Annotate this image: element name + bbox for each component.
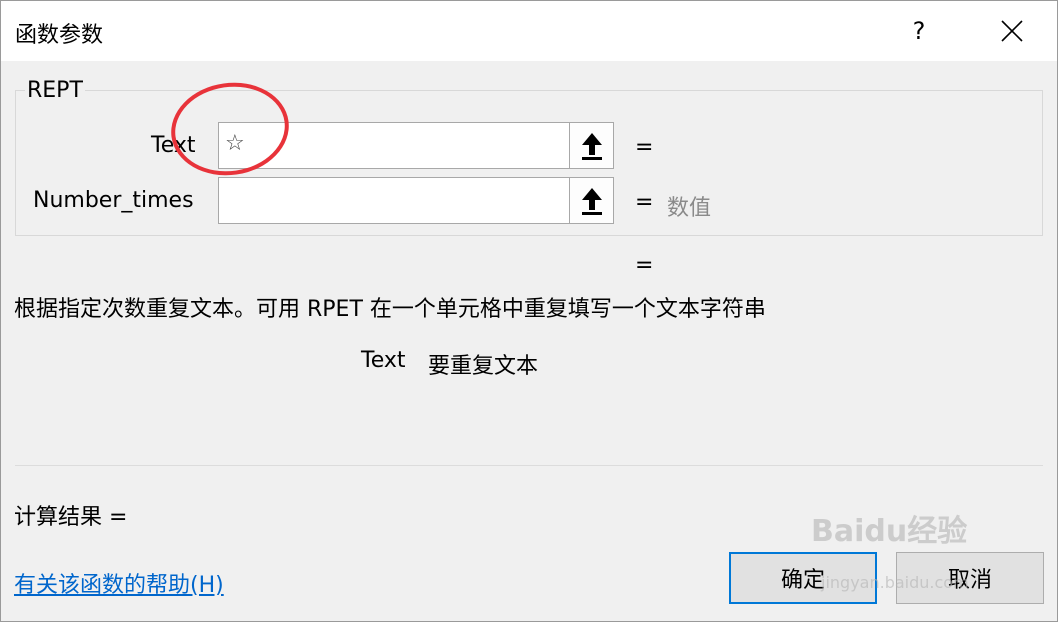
divider (15, 465, 1043, 466)
function-result-equals: = (635, 253, 654, 278)
number-times-input[interactable] (218, 177, 614, 224)
watermark-url: jingyan.baidu.com (821, 573, 969, 592)
arrow-up-icon (581, 187, 602, 215)
watermark-logo: Baidu经验 (811, 514, 968, 549)
param-description: 要重复文本 (428, 354, 539, 379)
text-equals: = (635, 135, 654, 160)
param-name: Text (361, 348, 406, 373)
title-bar: 函数参数 ? (1, 1, 1057, 61)
window-title: 函数参数 (15, 23, 104, 48)
function-description: 根据指定次数重复文本。可用 RPET 在一个单元格中重复填写一个文本字符串 (14, 297, 766, 322)
number-times-equals: = (635, 190, 654, 215)
help-button[interactable]: ? (871, 1, 967, 61)
close-button[interactable] (967, 1, 1057, 61)
close-icon (1001, 20, 1023, 42)
function-arguments-dialog: 函数参数 ? REPT Text ☆ = Number_times = 数值 =… (0, 0, 1058, 622)
number-times-result: 数值 (667, 196, 712, 221)
function-help-link[interactable]: 有关该函数的帮助(H) (14, 567, 224, 599)
calc-result: 计算结果 = (14, 505, 128, 530)
arg-label-number-times: Number_times (33, 188, 194, 213)
number-times-collapse-button[interactable] (569, 178, 613, 223)
text-collapse-button[interactable] (569, 123, 613, 168)
arrow-up-icon (581, 132, 602, 160)
function-name: REPT (25, 78, 85, 103)
